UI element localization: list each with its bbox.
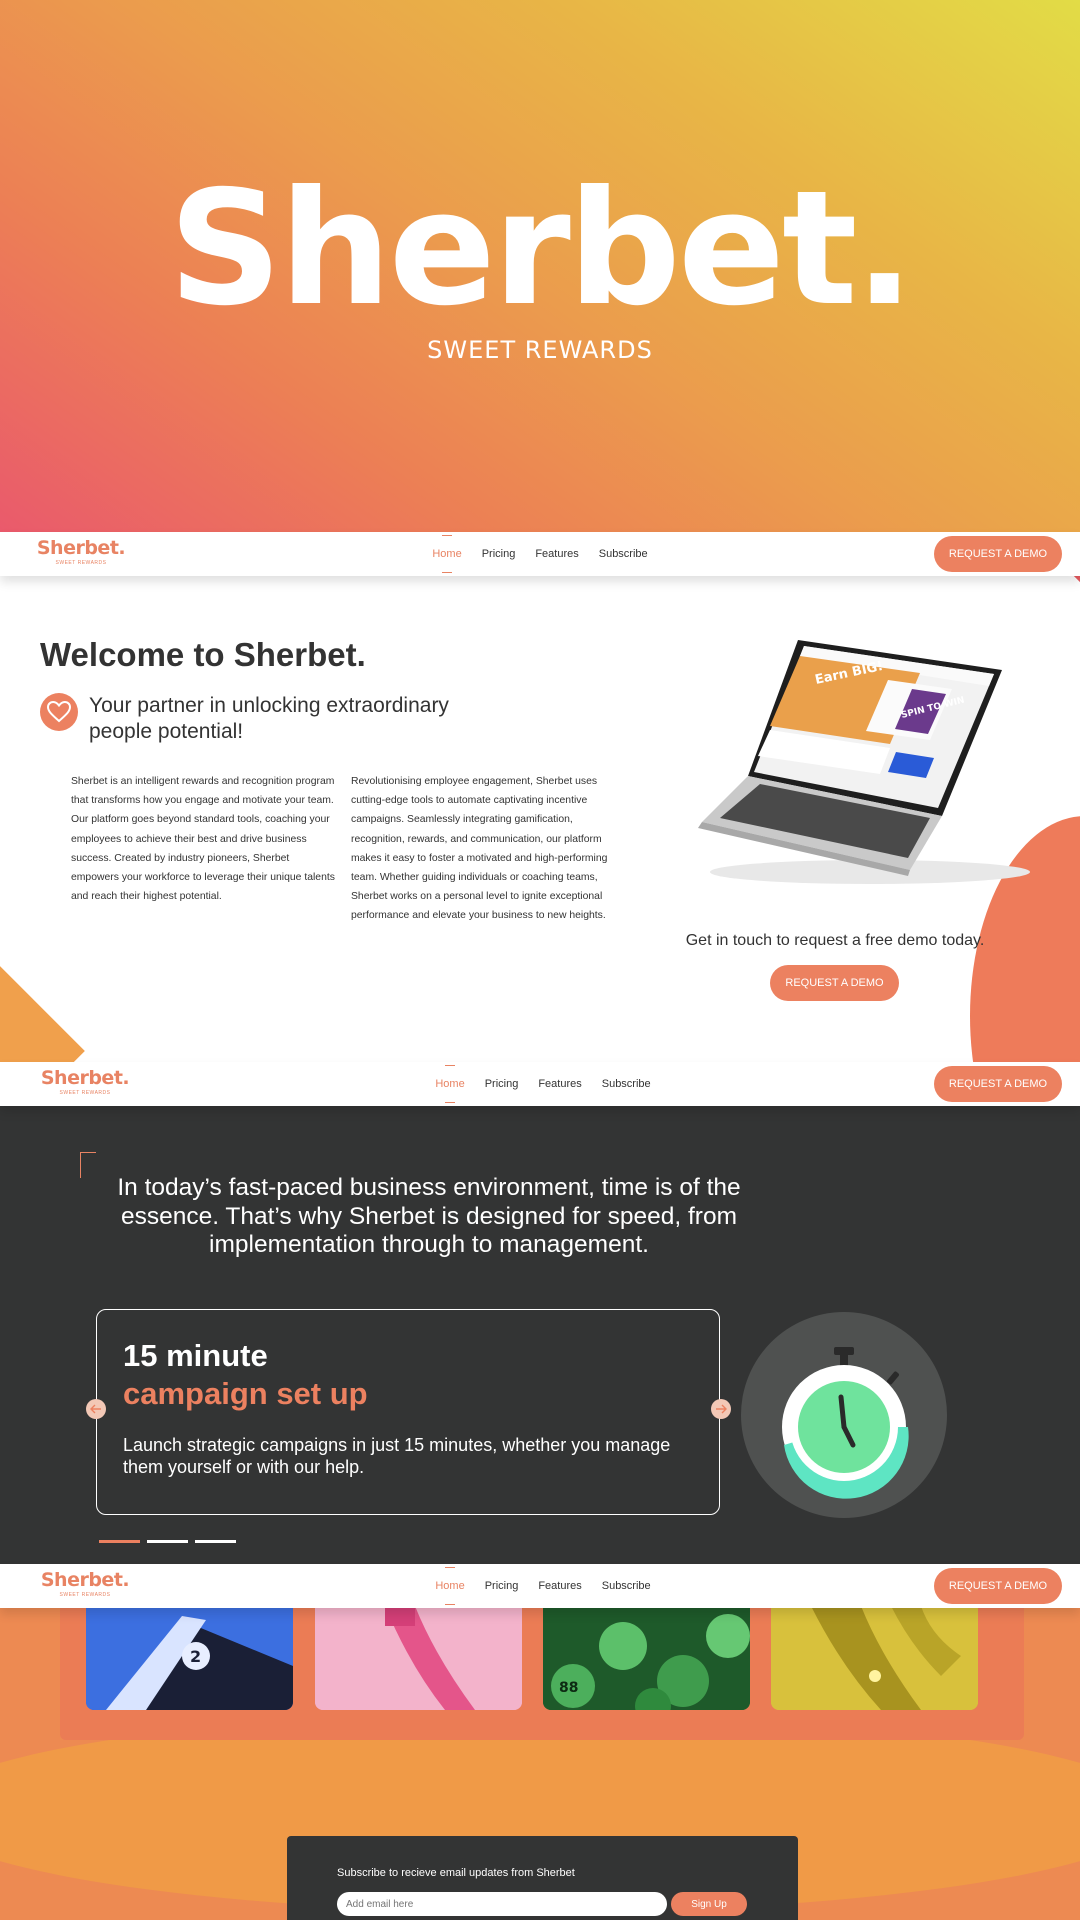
brand-tagline: SWEET REWARDS bbox=[59, 1090, 111, 1096]
request-demo-button-main[interactable]: REQUEST A DEMO bbox=[770, 965, 899, 1001]
decorative-shape-left bbox=[0, 966, 85, 1062]
request-demo-button[interactable]: REQUEST A DEMO bbox=[934, 536, 1062, 572]
svg-text:2: 2 bbox=[190, 1647, 201, 1666]
slide-subtitle: campaign set up bbox=[123, 1376, 368, 1411]
subscribe-label: Subscribe to recieve email updates from … bbox=[337, 1867, 575, 1879]
slide-indicators bbox=[99, 1540, 236, 1543]
hero-logo: Sherbet. bbox=[168, 157, 914, 341]
speed-section: In today’s fast-paced business environme… bbox=[0, 1106, 1080, 1564]
gallery-image-blue: 2 bbox=[86, 1606, 293, 1710]
demo-prompt: Get in touch to request a free demo toda… bbox=[685, 932, 985, 949]
stopwatch-icon bbox=[740, 1311, 948, 1519]
nav-link-pricing[interactable]: Pricing bbox=[485, 1078, 519, 1090]
intro-paragraph-1: Sherbet is an intelligent rewards and re… bbox=[71, 776, 335, 903]
nav-bar-sticky-2: Sherbet. SWEET REWARDS Home Pricing Feat… bbox=[0, 1564, 1080, 1608]
brand-tagline: SWEET REWARDS bbox=[55, 560, 107, 566]
nav-links: Home Pricing Features Subscribe bbox=[0, 532, 1080, 576]
nav-link-features[interactable]: Features bbox=[538, 1078, 581, 1090]
nav-bar: Sherbet. SWEET REWARDS Home Pricing Feat… bbox=[0, 532, 1080, 576]
gallery-section: 2 88 Subscribe to recieve email updates … bbox=[0, 1606, 1080, 1920]
welcome-title: Welcome to Sherbet. bbox=[40, 636, 366, 673]
page: Sherbet. SWEET REWARDS Sherbet. SWEET RE… bbox=[0, 0, 1080, 1920]
brand-logo[interactable]: Sherbet. SWEET REWARDS bbox=[40, 1570, 130, 1598]
slide-dot-1[interactable] bbox=[99, 1540, 140, 1543]
email-field[interactable] bbox=[337, 1892, 667, 1916]
brand-name: Sherbet. bbox=[40, 1067, 130, 1089]
intro-paragraph-2: Revolutionising employee engagement, She… bbox=[351, 776, 608, 922]
nav-link-home[interactable]: Home bbox=[435, 1567, 465, 1605]
sign-up-button[interactable]: Sign Up bbox=[671, 1892, 747, 1916]
nav-link-subscribe[interactable]: Subscribe bbox=[602, 1078, 651, 1090]
welcome-section: Welcome to Sherbet. Your partner in unlo… bbox=[0, 576, 1080, 1062]
arrow-left-icon[interactable] bbox=[86, 1399, 106, 1419]
request-demo-button[interactable]: REQUEST A DEMO bbox=[934, 1568, 1062, 1604]
nav-links: Home Pricing Features Subscribe bbox=[0, 1062, 1080, 1106]
nav-link-home[interactable]: Home bbox=[435, 1065, 465, 1103]
decorative-corner bbox=[1069, 576, 1080, 587]
subscribe-box: Subscribe to recieve email updates from … bbox=[287, 1836, 798, 1920]
request-demo-button[interactable]: REQUEST A DEMO bbox=[934, 1066, 1062, 1102]
svg-text:88: 88 bbox=[559, 1680, 578, 1696]
nav-bar-sticky: Sherbet. SWEET REWARDS Home Pricing Feat… bbox=[0, 1062, 1080, 1106]
hero-tagline: SWEET REWARDS bbox=[427, 336, 653, 364]
nav-link-subscribe[interactable]: Subscribe bbox=[599, 548, 648, 560]
laptop-image: Earn BIG! SPIN TO WIN bbox=[690, 634, 1050, 894]
speed-quote: In today’s fast-paced business environme… bbox=[117, 1174, 741, 1258]
nav-links: Home Pricing Features Subscribe bbox=[0, 1564, 1080, 1608]
gallery-image-yellow bbox=[771, 1606, 978, 1710]
brand-name: Sherbet. bbox=[36, 537, 126, 559]
heart-icon bbox=[40, 693, 78, 731]
brand-name: Sherbet. bbox=[40, 1569, 130, 1591]
brand-tagline: SWEET REWARDS bbox=[59, 1592, 111, 1598]
nav-link-pricing[interactable]: Pricing bbox=[485, 1580, 519, 1592]
arrow-right-icon[interactable] bbox=[711, 1399, 731, 1419]
slide-dot-3[interactable] bbox=[195, 1540, 236, 1543]
slide-description: Launch strategic campaigns in just 15 mi… bbox=[123, 1435, 671, 1477]
nav-link-features[interactable]: Features bbox=[535, 548, 578, 560]
hero-banner: Sherbet. SWEET REWARDS bbox=[0, 0, 1080, 532]
nav-link-pricing[interactable]: Pricing bbox=[482, 548, 516, 560]
nav-link-features[interactable]: Features bbox=[538, 1580, 581, 1592]
slide-title: 15 minute bbox=[123, 1338, 268, 1373]
gallery-image-pink bbox=[315, 1606, 522, 1710]
nav-link-subscribe[interactable]: Subscribe bbox=[602, 1580, 651, 1592]
gallery-image-green: 88 bbox=[543, 1606, 750, 1710]
welcome-subtitle: Your partner in unlocking extraordinary … bbox=[89, 694, 449, 743]
brand-logo[interactable]: Sherbet. SWEET REWARDS bbox=[36, 538, 126, 566]
feature-slide-card: 15 minute campaign set up Launch strateg… bbox=[96, 1309, 720, 1515]
slide-dot-2[interactable] bbox=[147, 1540, 188, 1543]
brand-logo[interactable]: Sherbet. SWEET REWARDS bbox=[40, 1068, 130, 1096]
nav-link-home[interactable]: Home bbox=[432, 535, 462, 573]
